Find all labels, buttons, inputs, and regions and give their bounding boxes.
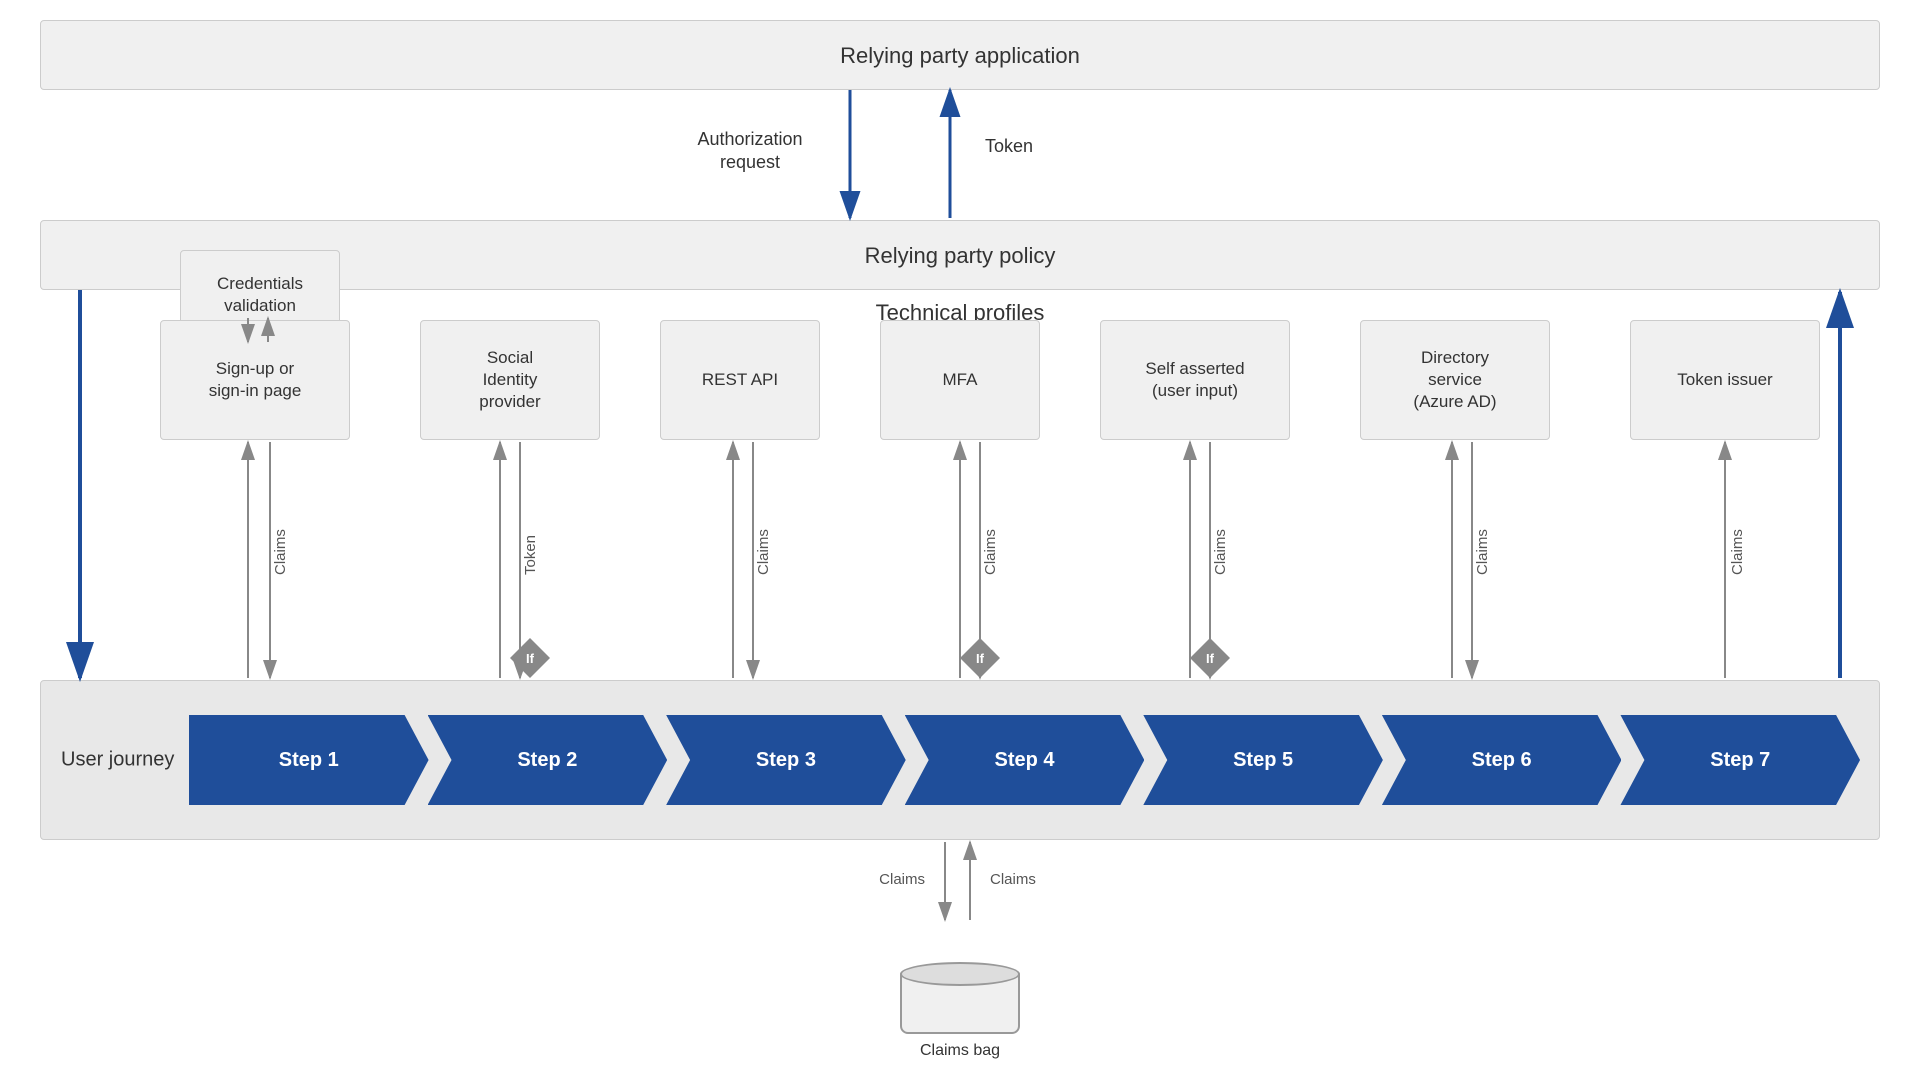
tp-self-asserted: Self asserted(user input): [1100, 320, 1290, 440]
svg-text:If: If: [976, 651, 985, 666]
svg-text:Claims: Claims: [1729, 529, 1746, 575]
svg-text:Claims: Claims: [272, 529, 289, 575]
svg-text:Claims: Claims: [982, 529, 999, 575]
svg-text:Authorization: Authorization: [697, 129, 802, 149]
svg-text:If: If: [526, 651, 535, 666]
steps-container: Step 1 Step 2 Step 3 Step 4 Step 5 Step …: [190, 700, 1860, 820]
diagram-container: Relying party application Relying party …: [0, 0, 1920, 1080]
step-6: Step 6: [1382, 715, 1622, 805]
svg-text:Claims: Claims: [755, 529, 772, 575]
claims-bag-top: [900, 962, 1020, 986]
tp-sign-up: Sign-up orsign-in page: [160, 320, 350, 440]
svg-text:Claims: Claims: [1474, 529, 1491, 575]
step-2: Step 2: [428, 715, 668, 805]
tp-social-identity: SocialIdentityprovider: [420, 320, 600, 440]
svg-text:request: request: [720, 152, 780, 172]
step-5: Step 5: [1143, 715, 1383, 805]
svg-text:Claims: Claims: [879, 871, 925, 888]
svg-text:If: If: [1206, 651, 1215, 666]
rp-app-label: Relying party application: [840, 43, 1080, 68]
rp-app-box: Relying party application: [40, 20, 1880, 90]
arrows-overlay: Authorization request Token Claims Token…: [0, 0, 1920, 1080]
step-4: Step 4: [905, 715, 1145, 805]
svg-text:Claims: Claims: [990, 871, 1036, 888]
claims-bag-container: Claims bag: [900, 962, 1020, 1060]
rp-policy-label: Relying party policy: [865, 243, 1056, 268]
step-7: Step 7: [1620, 715, 1860, 805]
svg-text:Token: Token: [985, 136, 1033, 156]
step-1: Step 1: [189, 715, 429, 805]
svg-text:Claims: Claims: [1212, 529, 1229, 575]
claims-bag-label: Claims bag: [920, 1042, 1000, 1060]
tp-mfa: MFA: [880, 320, 1040, 440]
user-journey-label: User journey: [61, 749, 174, 772]
tp-directory-service: Directoryservice(Azure AD): [1360, 320, 1550, 440]
tp-token-issuer: Token issuer: [1630, 320, 1820, 440]
tp-rest-api: REST API: [660, 320, 820, 440]
step-3: Step 3: [666, 715, 906, 805]
svg-text:Token: Token: [522, 535, 539, 575]
